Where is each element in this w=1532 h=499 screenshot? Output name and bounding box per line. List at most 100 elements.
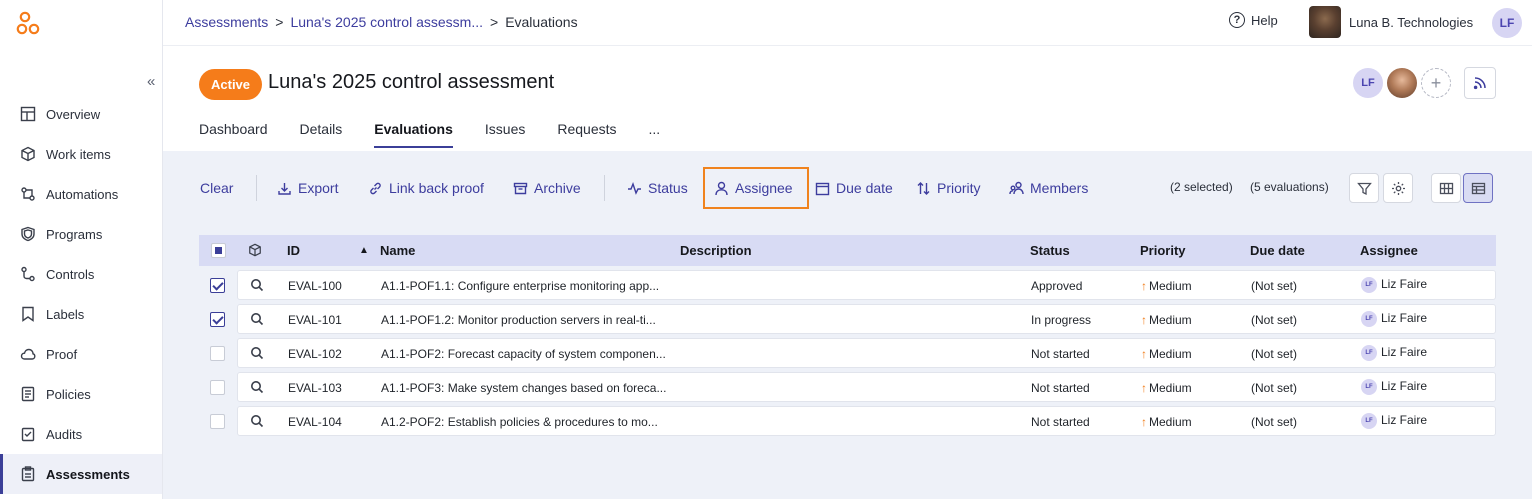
- sidebar-item-work-items[interactable]: Work items: [0, 134, 162, 174]
- evaluations-count: (5 evaluations): [1250, 180, 1329, 194]
- bulk-action-toolbar: Clear Export Link back proof Archive Sta…: [163, 167, 1532, 209]
- sidebar-item-automations[interactable]: Automations: [0, 174, 162, 214]
- assignee-button[interactable]: Assignee: [714, 169, 793, 207]
- sidebar-item-policies[interactable]: Policies: [0, 374, 162, 414]
- status-button[interactable]: Status: [627, 169, 688, 207]
- status-badge: Active: [199, 69, 263, 100]
- export-button[interactable]: Export: [277, 169, 338, 207]
- page-header: Active Luna's 2025 control assessment LF…: [163, 46, 1532, 151]
- org-switcher[interactable]: Luna B. Technologies: [1309, 6, 1473, 38]
- row-checkbox[interactable]: [210, 312, 225, 327]
- sidebar-item-audits[interactable]: Audits: [0, 414, 162, 454]
- row-name: A1.1-POF1.1: Configure enterprise monito…: [381, 279, 660, 293]
- add-member-button[interactable]: +: [1421, 68, 1451, 98]
- table-row[interactable]: EVAL-101 A1.1-POF1.2: Monitor production …: [237, 304, 1496, 334]
- members-button[interactable]: Members: [1009, 169, 1088, 207]
- archive-button[interactable]: Archive: [513, 169, 581, 207]
- table-view-button[interactable]: [1463, 173, 1493, 203]
- settings-button[interactable]: [1383, 173, 1413, 203]
- column-header-priority[interactable]: Priority: [1140, 243, 1186, 258]
- tab-evaluations[interactable]: Evaluations: [374, 121, 453, 148]
- due-date-button[interactable]: Due date: [815, 169, 893, 207]
- breadcrumb-assessment[interactable]: Luna's 2025 control assessm...: [290, 14, 483, 30]
- member-avatar[interactable]: LF: [1353, 68, 1383, 98]
- sidebar-item-overview[interactable]: Overview: [0, 94, 162, 134]
- calendar-icon: [815, 182, 830, 195]
- selected-count: (2 selected): [1170, 180, 1233, 194]
- row-priority-label: Medium: [1149, 313, 1192, 327]
- tab-more[interactable]: ...: [649, 121, 661, 148]
- member-photo-avatar[interactable]: [1387, 68, 1417, 98]
- divider: [256, 175, 257, 201]
- priority-arrow-icon: ↑: [1141, 313, 1147, 327]
- rss-button[interactable]: [1464, 67, 1496, 99]
- members-icon: [1009, 181, 1024, 194]
- sidebar-item-assessments[interactable]: Assessments: [0, 454, 162, 494]
- search-icon[interactable]: [250, 346, 264, 363]
- search-icon[interactable]: [250, 380, 264, 397]
- row-checkbox[interactable]: [210, 278, 225, 293]
- gear-icon: [1391, 181, 1405, 195]
- row-checkbox[interactable]: [210, 414, 225, 429]
- row-checkbox[interactable]: [210, 380, 225, 395]
- row-assignee: LF Liz Faire: [1361, 277, 1427, 293]
- sidebar-item-controls[interactable]: Controls: [0, 254, 162, 294]
- sort-ascending-icon[interactable]: ▲: [359, 245, 369, 256]
- assignee-avatar: LF: [1361, 345, 1377, 361]
- clipboard-icon: [21, 466, 35, 482]
- divider: [604, 175, 605, 201]
- tab-details[interactable]: Details: [300, 121, 343, 148]
- column-header-due-date[interactable]: Due date: [1250, 243, 1305, 258]
- row-priority: ↑ Medium: [1141, 279, 1192, 293]
- priority-arrow-icon: ↑: [1141, 381, 1147, 395]
- table-row[interactable]: EVAL-100 A1.1-POF1.1: Configure enterpris…: [237, 270, 1496, 300]
- filter-button[interactable]: [1349, 173, 1379, 203]
- tab-issues[interactable]: Issues: [485, 121, 525, 148]
- row-id: EVAL-104: [288, 415, 342, 429]
- table-view-icon: [1471, 182, 1485, 194]
- search-icon[interactable]: [250, 278, 264, 295]
- sidebar-item-proof[interactable]: Proof: [0, 334, 162, 374]
- grid-view-button[interactable]: [1431, 173, 1461, 203]
- sidebar-item-label: Assessments: [46, 466, 130, 482]
- user-avatar[interactable]: LF: [1492, 8, 1522, 38]
- page-title: Luna's 2025 control assessment: [268, 71, 555, 93]
- collapse-sidebar-icon[interactable]: «: [147, 73, 155, 90]
- column-header-name[interactable]: Name: [380, 243, 415, 258]
- row-id: EVAL-100: [288, 279, 342, 293]
- row-checkbox[interactable]: [210, 346, 225, 361]
- row-name: A1.2-POF2: Establish policies & procedur…: [381, 415, 658, 429]
- priority-button[interactable]: Priority: [916, 169, 981, 207]
- table-row[interactable]: EVAL-102 A1.1-POF2: Forecast capacity of …: [237, 338, 1496, 368]
- table-row[interactable]: EVAL-103 A1.1-POF3: Make system changes b…: [237, 372, 1496, 402]
- column-header-id[interactable]: ID: [287, 243, 300, 258]
- filter-icon: [1356, 182, 1372, 195]
- search-icon[interactable]: [250, 312, 264, 329]
- table-row[interactable]: EVAL-104 A1.2-POF2: Establish policies & …: [237, 406, 1496, 436]
- sidebar-item-label: Proof: [46, 346, 78, 362]
- select-all-checkbox[interactable]: [211, 243, 226, 258]
- column-header-description[interactable]: Description: [680, 243, 752, 258]
- sidebar-nav: Overview Work items Automations Programs…: [0, 94, 162, 494]
- row-priority: ↑ Medium: [1141, 381, 1192, 395]
- link-back-proof-button[interactable]: Link back proof: [368, 169, 484, 207]
- sidebar-item-labels[interactable]: Labels: [0, 294, 162, 334]
- help-button[interactable]: ? Help: [1229, 12, 1278, 28]
- tab-requests[interactable]: Requests: [557, 121, 616, 148]
- tab-dashboard[interactable]: Dashboard: [199, 121, 268, 148]
- logo-icon[interactable]: [16, 11, 42, 37]
- column-header-status[interactable]: Status: [1030, 243, 1070, 258]
- breadcrumb-assessments[interactable]: Assessments: [185, 14, 268, 30]
- assignee-name: Liz Faire: [1381, 345, 1428, 360]
- archive-label: Archive: [534, 180, 581, 196]
- policy-icon: [21, 386, 35, 402]
- row-id: EVAL-101: [288, 313, 342, 327]
- column-header-assignee[interactable]: Assignee: [1360, 243, 1418, 258]
- row-assignee: LF Liz Faire: [1361, 413, 1427, 429]
- assignee-name: Liz Faire: [1381, 379, 1428, 394]
- sidebar-item-programs[interactable]: Programs: [0, 214, 162, 254]
- clear-button[interactable]: Clear: [200, 169, 233, 207]
- activity-icon: [628, 181, 641, 195]
- help-icon: ?: [1229, 12, 1245, 28]
- search-icon[interactable]: [250, 414, 264, 431]
